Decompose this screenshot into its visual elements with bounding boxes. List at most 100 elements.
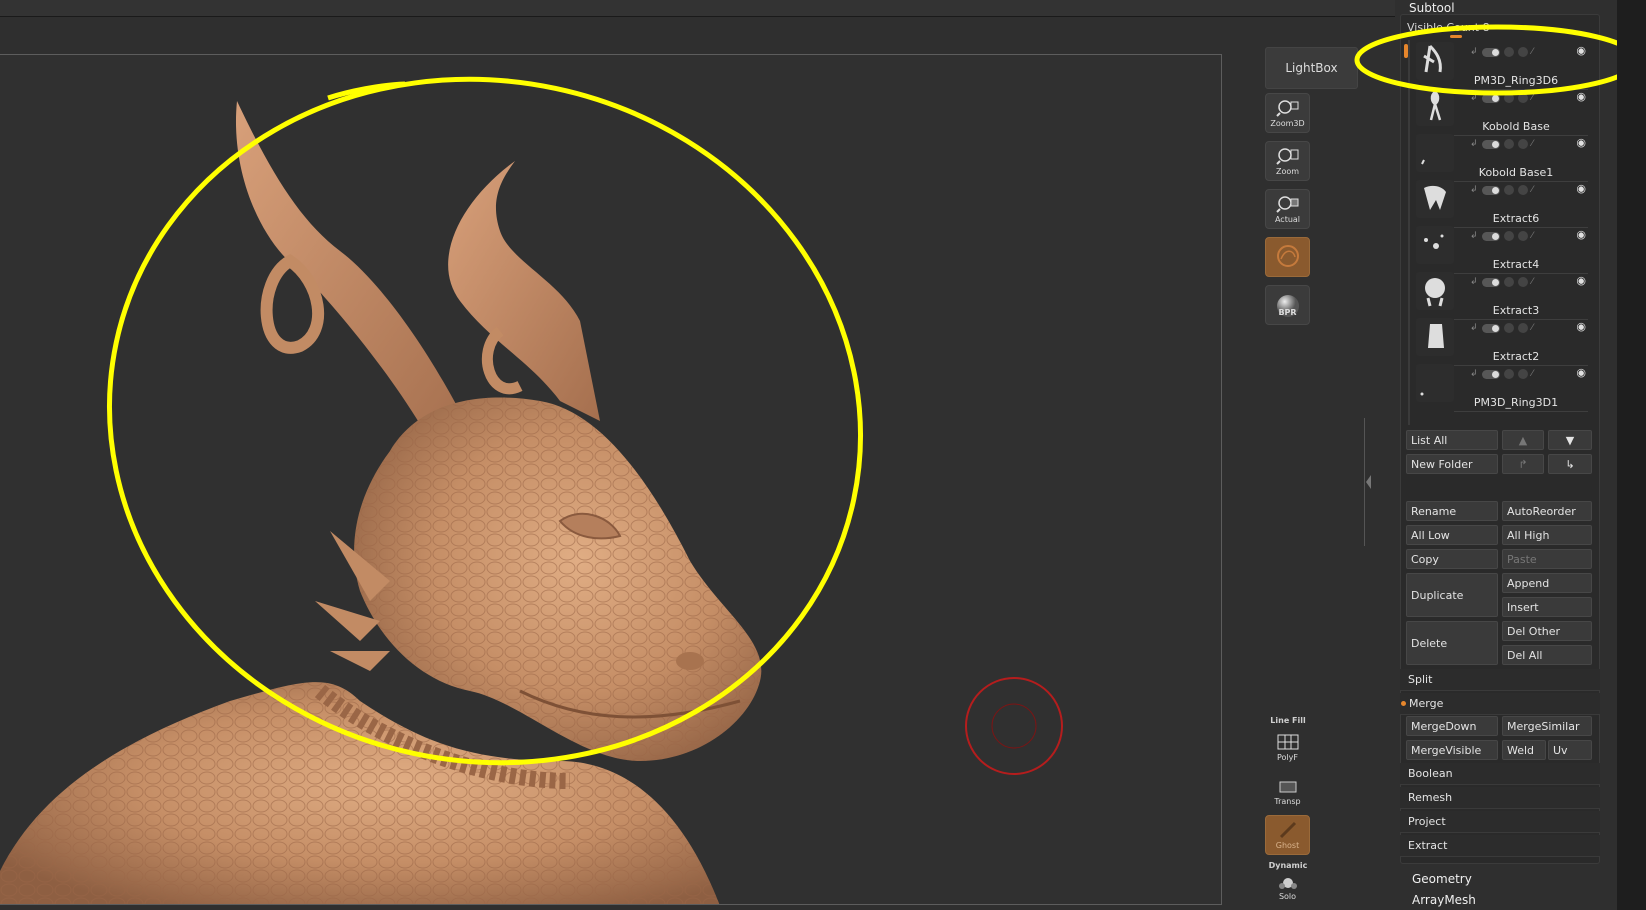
dynamic-dot[interactable]	[1517, 323, 1528, 333]
material-dot[interactable]	[1503, 139, 1514, 149]
delete-button[interactable]: Delete	[1406, 621, 1498, 665]
insert-button[interactable]: Insert	[1502, 597, 1592, 617]
brush-icon[interactable]: ⁄	[1532, 369, 1534, 379]
subtool-name: Extract6	[1492, 212, 1540, 225]
subtool-controls: ↲ ⁄	[1470, 138, 1533, 150]
visibility-eye-icon[interactable]: ◉	[1576, 320, 1586, 333]
bpr-button[interactable]: BPR	[1265, 285, 1310, 325]
visibility-eye-icon[interactable]: ◉	[1576, 274, 1586, 287]
transparency-icon	[1279, 781, 1296, 792]
polypaint-toggle[interactable]	[1481, 277, 1500, 287]
move-arrow-icon[interactable]: ↲	[1470, 185, 1478, 195]
dynamic-dot[interactable]	[1517, 231, 1528, 241]
all-low-button[interactable]: All Low	[1406, 525, 1498, 545]
geometry-subpalette[interactable]: Geometry	[1412, 872, 1472, 886]
mergesimilar-button[interactable]: MergeSimilar	[1502, 716, 1592, 736]
append-button[interactable]: Append	[1502, 573, 1592, 593]
subtool-name: Extract3	[1492, 304, 1540, 317]
solo-button[interactable]: Solo	[1265, 870, 1310, 906]
move-arrow-icon[interactable]: ↲	[1470, 277, 1478, 287]
ghost-label: Ghost	[1275, 840, 1300, 850]
material-dot[interactable]	[1503, 185, 1514, 195]
copy-button[interactable]: Copy	[1406, 549, 1498, 569]
dynamic-dot[interactable]	[1517, 185, 1528, 195]
brush-icon[interactable]: ⁄	[1532, 277, 1534, 287]
polyf-button[interactable]: PolyF	[1265, 727, 1310, 767]
actual-label: Actual	[1274, 214, 1301, 224]
material-dot[interactable]	[1503, 277, 1514, 287]
del-other-button[interactable]: Del Other	[1502, 621, 1592, 641]
subtool-thumbnail	[1416, 318, 1454, 356]
subtool-item[interactable]: ↲ ⁄ ◉ Extract2	[1412, 318, 1592, 366]
transp-button[interactable]: Transp	[1265, 772, 1310, 812]
move-out-folder-button[interactable]: ↳	[1548, 454, 1592, 474]
subtool-name: Extract4	[1492, 258, 1540, 271]
brush-icon[interactable]: ⁄	[1532, 139, 1534, 149]
brush-icon[interactable]: ⁄	[1532, 231, 1534, 241]
dynamic-dot[interactable]	[1517, 369, 1528, 379]
subtool-item[interactable]: ↲ ⁄ ◉ Extract6	[1412, 180, 1592, 228]
move-arrow-icon[interactable]: ↲	[1470, 139, 1478, 149]
panel-splitter[interactable]	[1364, 418, 1371, 546]
move-arrow-icon[interactable]: ↲	[1470, 231, 1478, 241]
dynamic-label: Dynamic	[1268, 861, 1308, 870]
visibility-eye-icon[interactable]: ◉	[1576, 228, 1586, 241]
mergevisible-button[interactable]: MergeVisible	[1406, 740, 1498, 760]
split-section[interactable]: Split	[1400, 669, 1600, 691]
visibility-eye-icon[interactable]: ◉	[1576, 182, 1586, 195]
polypaint-toggle[interactable]	[1481, 323, 1500, 333]
zoom3d-icon	[1275, 99, 1298, 117]
rename-button[interactable]: Rename	[1406, 501, 1498, 521]
subtool-item[interactable]: ↲ ⁄ ◉ Extract3	[1412, 272, 1592, 320]
duplicate-button[interactable]: Duplicate	[1406, 573, 1498, 617]
list-all-button[interactable]: List All	[1406, 430, 1498, 450]
new-folder-button[interactable]: New Folder	[1406, 454, 1498, 474]
material-dot[interactable]	[1503, 323, 1514, 333]
subtool-title[interactable]: Subtool	[1409, 1, 1455, 15]
move-arrow-icon[interactable]: ↲	[1470, 323, 1478, 333]
ghost-button[interactable]: Ghost	[1265, 815, 1310, 855]
dynamic-dot[interactable]	[1517, 277, 1528, 287]
boolean-section[interactable]: Boolean	[1400, 763, 1600, 785]
autoreorder-button[interactable]: AutoReorder	[1502, 501, 1592, 521]
polyframe-grid-icon	[1277, 734, 1298, 749]
top-menu-bar	[0, 0, 1395, 17]
remesh-section[interactable]: Remesh	[1400, 787, 1600, 809]
subtool-thumbnail	[1416, 272, 1454, 310]
extract-section[interactable]: Extract	[1400, 835, 1600, 857]
visibility-eye-icon[interactable]: ◉	[1576, 136, 1586, 149]
material-dot[interactable]	[1503, 231, 1514, 241]
del-all-button[interactable]: Del All	[1502, 645, 1592, 665]
palette-scroll-strip[interactable]	[1617, 0, 1646, 910]
uv-button[interactable]: Uv	[1548, 740, 1592, 760]
paste-button[interactable]: Paste	[1502, 549, 1592, 569]
material-dot[interactable]	[1503, 369, 1514, 379]
polypaint-toggle[interactable]	[1481, 185, 1500, 195]
move-arrow-icon[interactable]: ↲	[1470, 369, 1478, 379]
brush-icon[interactable]: ⁄	[1532, 185, 1534, 195]
project-section[interactable]: Project	[1400, 811, 1600, 833]
dynamic-dot[interactable]	[1517, 139, 1528, 149]
mergedown-button[interactable]: MergeDown	[1406, 716, 1498, 736]
zoom3d-button[interactable]: Zoom3D	[1265, 93, 1310, 133]
actual-button[interactable]: Actual	[1265, 189, 1310, 229]
brush-icon[interactable]: ⁄	[1532, 323, 1534, 333]
move-into-folder-button[interactable]: ↱	[1502, 454, 1544, 474]
all-high-button[interactable]: All High	[1502, 525, 1592, 545]
move-up-button[interactable]: ▲	[1502, 430, 1544, 450]
subtool-item[interactable]: ↲ ⁄ ◉ Extract4	[1412, 226, 1592, 274]
subtool-item[interactable]: ↲ ⁄ ◉ PM3D_Ring3D1	[1412, 364, 1592, 412]
polypaint-toggle[interactable]	[1481, 231, 1500, 241]
subtool-item[interactable]: ↲ ⁄ ◉ Kobold Base1	[1412, 134, 1592, 182]
visibility-eye-icon[interactable]: ◉	[1576, 366, 1586, 379]
merge-section[interactable]: Merge	[1400, 693, 1600, 715]
polypaint-toggle[interactable]	[1481, 139, 1500, 149]
persp-button[interactable]	[1265, 237, 1310, 277]
arraymesh-subpalette[interactable]: ArrayMesh	[1412, 893, 1476, 907]
polypaint-toggle[interactable]	[1481, 369, 1500, 379]
zoom-button[interactable]: Zoom	[1265, 141, 1310, 181]
weld-button[interactable]: Weld	[1502, 740, 1546, 760]
document-canvas[interactable]	[0, 54, 1222, 905]
subtool-controls: ↲ ⁄	[1470, 322, 1533, 334]
move-down-button[interactable]: ▼	[1548, 430, 1592, 450]
